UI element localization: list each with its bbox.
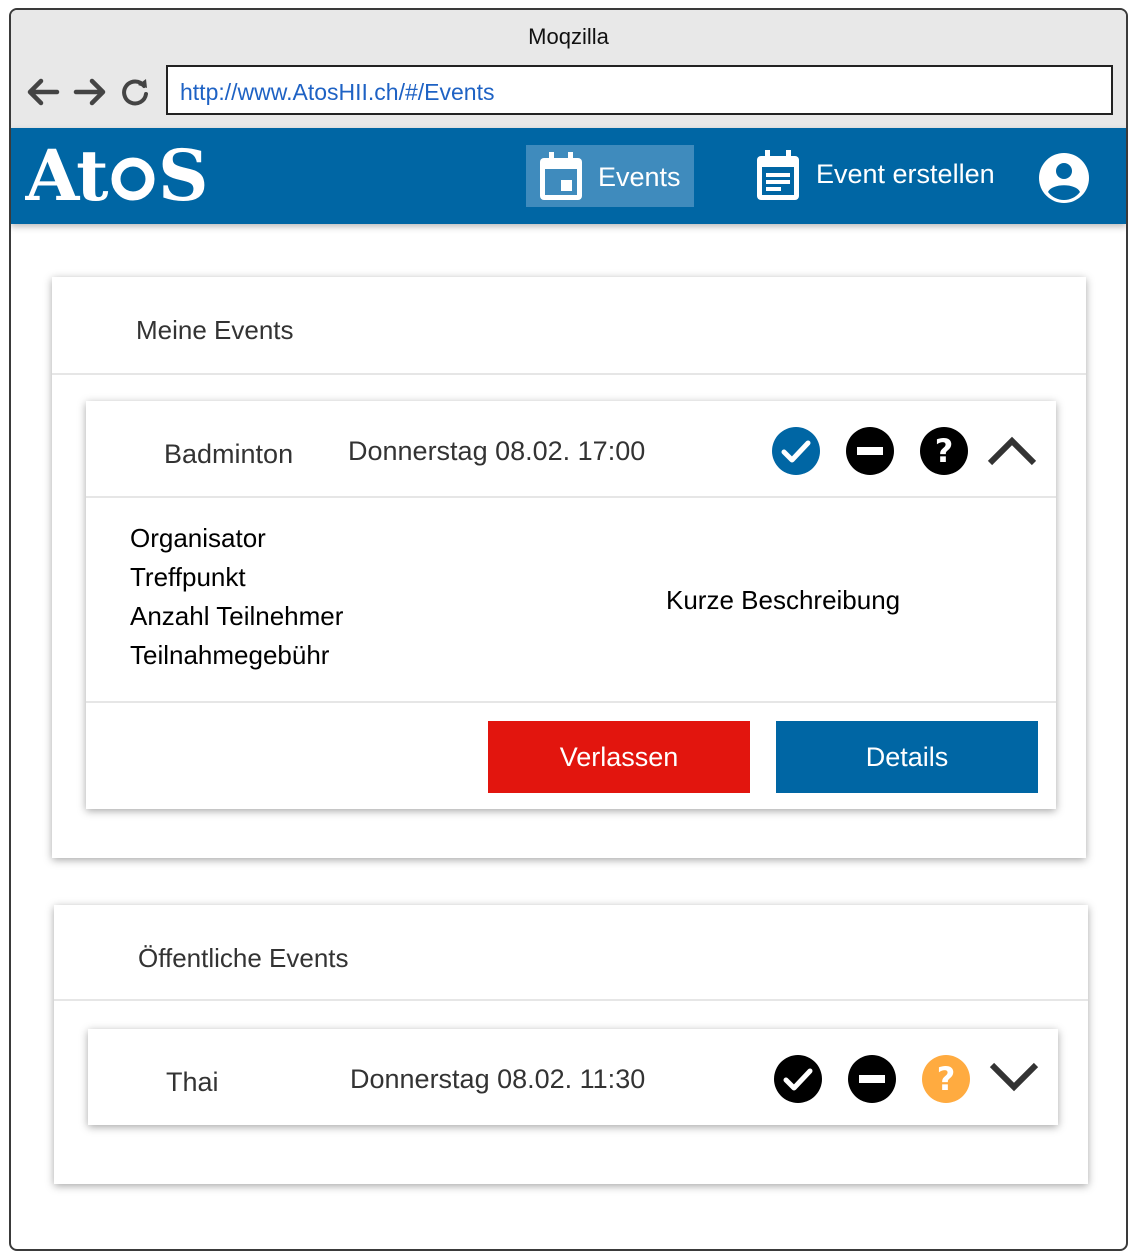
event-name: Badminton bbox=[164, 439, 294, 469]
short-description: Kurze Beschreibung bbox=[666, 585, 901, 615]
divider bbox=[86, 496, 1056, 498]
forward-arrow-icon[interactable] bbox=[72, 74, 108, 110]
nav-events-label: Events bbox=[598, 162, 681, 192]
divider bbox=[52, 373, 1086, 375]
my-events-card: Meine Events Badminton Donnerstag 08.02.… bbox=[52, 277, 1086, 858]
browser-titlebar: Moqzilla http://www.AtosHII.ch/#/Events bbox=[11, 10, 1126, 128]
event-date: Donnerstag 08.02. 11:30 bbox=[350, 1064, 646, 1094]
divider bbox=[54, 999, 1088, 1001]
browser-window: Moqzilla http://www.AtosHII.ch/#/Events … bbox=[9, 8, 1128, 1251]
reload-icon[interactable] bbox=[119, 76, 151, 108]
detail-meeting-point: Treffpunkt bbox=[130, 562, 246, 592]
accept-check-icon[interactable] bbox=[773, 1054, 823, 1104]
event-name: Thai bbox=[166, 1067, 219, 1097]
back-arrow-icon[interactable] bbox=[25, 74, 61, 110]
details-button[interactable]: Details bbox=[776, 721, 1038, 793]
nav-events-tab[interactable]: Events bbox=[526, 145, 694, 207]
window-title: Moqzilla bbox=[528, 24, 609, 49]
decline-minus-icon[interactable] bbox=[845, 426, 895, 476]
maybe-question-icon[interactable]: ? bbox=[921, 1054, 971, 1104]
url-input[interactable]: http://www.AtosHII.ch/#/Events bbox=[166, 65, 1113, 115]
chevron-up-icon[interactable] bbox=[986, 431, 1038, 471]
nav-create-event-tab[interactable]: Event erstellen bbox=[751, 145, 1011, 207]
my-events-title: Meine Events bbox=[136, 315, 294, 345]
nav-create-event-label: Event erstellen bbox=[816, 159, 995, 189]
event-card-badminton: Badminton Donnerstag 08.02. 17:00 ? Orga… bbox=[86, 401, 1056, 809]
maybe-question-icon[interactable]: ? bbox=[919, 426, 969, 476]
event-date: Donnerstag 08.02. 17:00 bbox=[348, 436, 646, 466]
svg-text:?: ? bbox=[935, 432, 954, 470]
accept-check-icon[interactable] bbox=[771, 426, 821, 476]
chevron-down-icon[interactable] bbox=[988, 1057, 1040, 1097]
event-card-thai[interactable]: Thai Donnerstag 08.02. 11:30 ? bbox=[88, 1029, 1058, 1125]
detail-participants: Anzahl Teilnehmer bbox=[130, 601, 344, 631]
event-note-icon bbox=[757, 150, 799, 200]
public-events-title: Öffentliche Events bbox=[138, 943, 349, 973]
svg-text:?: ? bbox=[937, 1060, 956, 1098]
decline-minus-icon[interactable] bbox=[847, 1054, 897, 1104]
atos-logo: At S bbox=[25, 140, 209, 210]
user-account-icon[interactable] bbox=[1039, 153, 1089, 203]
detail-organizer: Organisator bbox=[130, 523, 266, 553]
public-events-card: Öffentliche Events Thai Donnerstag 08.02… bbox=[54, 905, 1088, 1184]
divider bbox=[86, 701, 1056, 703]
calendar-icon bbox=[540, 152, 582, 200]
svg-text:At: At bbox=[25, 140, 108, 210]
app-header: At S Events Event erstellen bbox=[11, 128, 1126, 224]
svg-text:S: S bbox=[158, 140, 209, 210]
leave-button[interactable]: Verlassen bbox=[488, 721, 750, 793]
detail-fee: Teilnahmegebühr bbox=[130, 640, 330, 670]
